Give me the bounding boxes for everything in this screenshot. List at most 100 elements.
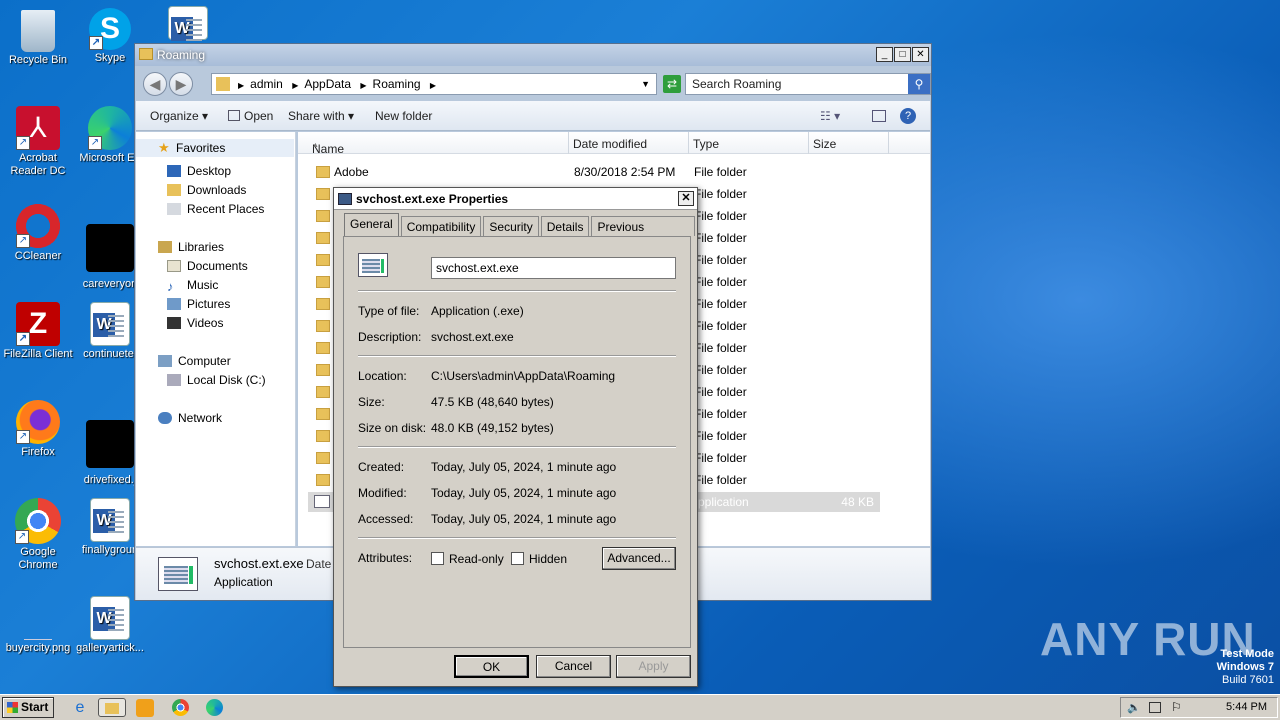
- desktop-icon-buyercity[interactable]: buyercity.png: [0, 596, 76, 655]
- file-type: File folder: [694, 473, 747, 487]
- properties-titlebar[interactable]: svchost.ext.exe Properties ✕: [334, 188, 697, 210]
- new-folder-button[interactable]: New folder: [375, 109, 432, 123]
- folder-icon: [316, 452, 330, 464]
- computer-icon: [158, 355, 172, 367]
- start-button[interactable]: Start: [2, 697, 54, 718]
- breadcrumb-roaming[interactable]: Roaming: [373, 77, 421, 91]
- tab-compatibility[interactable]: Compatibility: [400, 216, 482, 236]
- breadcrumb-appdata[interactable]: AppData: [304, 77, 351, 91]
- search-icon[interactable]: ⚲: [908, 74, 930, 94]
- nav-network[interactable]: Network: [158, 411, 222, 425]
- internet-explorer-icon[interactable]: e: [70, 698, 90, 717]
- column-size[interactable]: Size: [813, 137, 836, 151]
- hidden-checkbox[interactable]: [511, 552, 524, 565]
- desktop-icon-firefox[interactable]: ↗ Firefox: [0, 400, 76, 459]
- edge-icon[interactable]: [206, 699, 223, 716]
- desktop-icon-label: Recycle Bin: [8, 54, 68, 66]
- skype-icon: S ↗: [89, 8, 131, 50]
- breadcrumb-chevron-icon: ▶: [429, 81, 437, 90]
- open-icon: [228, 110, 240, 121]
- desktop-icon-chrome[interactable]: ↗ Google Chrome: [0, 498, 76, 572]
- file-type: File folder: [694, 341, 747, 355]
- desktop-icon-ccleaner[interactable]: ↗ CCleaner: [0, 204, 76, 263]
- preview-pane-icon[interactable]: [872, 110, 886, 122]
- hidden-label[interactable]: Hidden: [529, 552, 567, 566]
- open-button[interactable]: Open: [228, 109, 273, 123]
- nav-recent-places[interactable]: Recent Places: [167, 202, 264, 216]
- file-row-adobe[interactable]: Adobe 8/30/2018 2:54 PM File folder: [308, 162, 888, 182]
- nav-documents[interactable]: Documents: [167, 259, 248, 273]
- nav-computer[interactable]: Computer: [158, 354, 231, 368]
- chrome-icon[interactable]: [172, 699, 189, 716]
- column-type[interactable]: Type: [693, 137, 719, 151]
- volume-icon[interactable]: 🔈: [1127, 701, 1141, 714]
- desktop-icon-acrobat[interactable]: ⅄ ↗ Acrobat Reader DC: [0, 106, 76, 178]
- nav-libraries[interactable]: Libraries: [158, 240, 224, 254]
- application-icon: [338, 193, 352, 205]
- description-value: svchost.ext.exe: [431, 330, 514, 344]
- details-date-label: Date: [306, 557, 332, 571]
- forward-button[interactable]: ▶: [169, 72, 193, 96]
- nav-pictures[interactable]: Pictures: [167, 297, 230, 311]
- desktop-icon: [167, 165, 181, 177]
- organize-button[interactable]: Organize ▾: [150, 109, 208, 123]
- network-status-icon[interactable]: [1149, 702, 1161, 713]
- nav-local-disk[interactable]: Local Disk (C:): [167, 373, 266, 387]
- filename-field[interactable]: svchost.ext.exe: [431, 257, 676, 279]
- maximize-button[interactable]: □: [894, 47, 911, 62]
- media-player-icon[interactable]: [136, 699, 154, 717]
- tab-details[interactable]: Details: [540, 216, 590, 236]
- ok-button[interactable]: OK: [454, 655, 529, 678]
- folder-icon: [316, 232, 330, 244]
- breadcrumb-chevron-icon: ▶: [238, 81, 245, 90]
- readonly-label[interactable]: Read-only: [449, 552, 504, 566]
- apply-button[interactable]: Apply: [616, 655, 691, 678]
- minimize-button[interactable]: _: [876, 47, 893, 62]
- action-center-flag-icon[interactable]: ⚐: [1171, 700, 1182, 714]
- tab-previous-versions[interactable]: Previous Versions: [591, 216, 695, 248]
- explorer-taskbar-button[interactable]: [98, 698, 126, 717]
- close-button[interactable]: ✕: [912, 47, 929, 62]
- ccleaner-icon: ↗: [16, 204, 60, 248]
- column-date-modified[interactable]: Date modified: [573, 137, 647, 151]
- file-type: File folder: [694, 187, 747, 201]
- general-tab-panel: svchost.ext.exe Type of file: Applicatio…: [343, 236, 691, 648]
- file-thumbnail-icon: [86, 224, 134, 272]
- nav-videos[interactable]: Videos: [167, 316, 223, 330]
- music-icon: ♪: [167, 279, 174, 294]
- help-icon[interactable]: ?: [900, 108, 916, 124]
- nav-downloads[interactable]: Downloads: [167, 183, 246, 197]
- address-dropdown-icon[interactable]: ▼: [641, 74, 650, 94]
- address-bar[interactable]: ▶ admin ▶ AppData ▶ Roaming ▶ ▼: [211, 73, 657, 95]
- tab-security[interactable]: Security: [483, 216, 539, 236]
- desktop-icon-label: FileZilla Client: [3, 348, 73, 360]
- desktop-icon-recycle-bin[interactable]: Recycle Bin: [0, 8, 76, 67]
- desktop-icon-word-top[interactable]: [150, 6, 226, 42]
- cancel-button[interactable]: Cancel: [536, 655, 611, 678]
- nav-favorites[interactable]: ★ Favorites: [136, 139, 294, 157]
- explorer-titlebar[interactable]: Roaming _ □ ✕: [135, 44, 931, 66]
- back-button[interactable]: ◀: [143, 72, 167, 96]
- readonly-checkbox[interactable]: [431, 552, 444, 565]
- change-view-icon[interactable]: ☷ ▾: [820, 109, 840, 123]
- close-button[interactable]: ✕: [678, 191, 694, 206]
- network-icon: [158, 412, 172, 424]
- firefox-icon: ↗: [16, 400, 60, 444]
- clock[interactable]: 5:44 PM: [1226, 701, 1267, 713]
- breadcrumb-chevron-icon: ▶: [360, 81, 367, 90]
- share-with-button[interactable]: Share with ▾: [288, 109, 354, 123]
- shortcut-arrow-icon: ↗: [15, 530, 29, 544]
- advanced-button[interactable]: Advanced...: [602, 547, 676, 570]
- refresh-icon[interactable]: ⇄: [663, 75, 681, 93]
- desktop-icon-galleryartick[interactable]: galleryartick...: [72, 596, 148, 655]
- description-label: Description:: [358, 330, 422, 344]
- desktop-icon-filezilla[interactable]: Z ↗ FileZilla Client: [0, 302, 76, 361]
- tab-general[interactable]: General: [344, 213, 399, 236]
- nav-desktop[interactable]: Desktop: [167, 164, 231, 178]
- desktop-icon-label: galleryartick...: [76, 642, 144, 654]
- nav-music[interactable]: ♪ Music: [167, 278, 218, 294]
- folder-icon: [316, 320, 330, 332]
- properties-dialog[interactable]: svchost.ext.exe Properties ✕ General Com…: [333, 187, 698, 687]
- search-input[interactable]: Search Roaming ⚲: [685, 73, 931, 95]
- breadcrumb-admin[interactable]: admin: [250, 77, 283, 91]
